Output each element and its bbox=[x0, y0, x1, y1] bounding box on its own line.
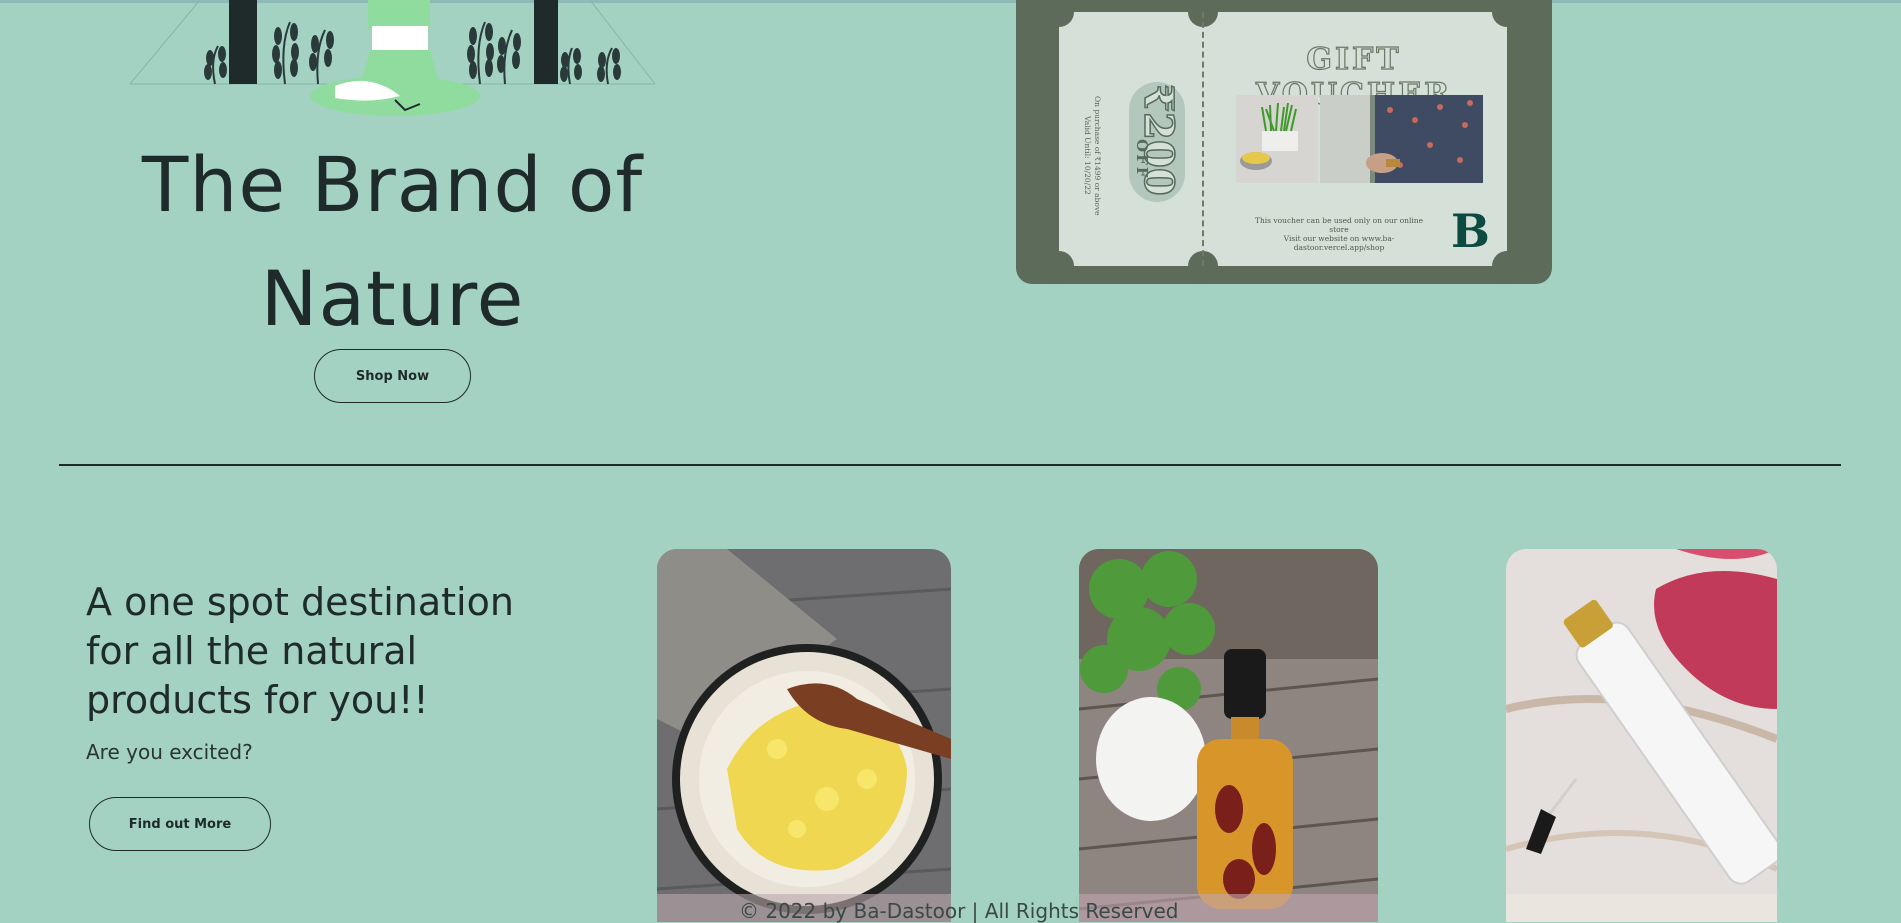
product-image-besan[interactable] bbox=[657, 549, 951, 922]
voucher-notch bbox=[1492, 251, 1522, 281]
voucher-note-line2: Visit our website on www.ba-dastoor.verc… bbox=[1283, 234, 1395, 252]
section-divider bbox=[59, 464, 1841, 466]
voucher-valid-until: Valid Until: 10/20/22 bbox=[1083, 116, 1092, 195]
promo-subheading: Are you excited? bbox=[86, 740, 253, 764]
hero-title-line2: Nature bbox=[260, 254, 525, 343]
product-image-oil[interactable] bbox=[1079, 549, 1378, 922]
find-out-more-button[interactable]: Find out More bbox=[89, 797, 271, 851]
voucher-card: ₹200 OFF On purchase of ₹1499 or above V… bbox=[1044, 0, 1522, 281]
voucher-condition: On purchase of ₹1499 or above bbox=[1093, 96, 1102, 216]
voucher-photo-hands bbox=[1320, 95, 1483, 183]
hero-title: The Brand of Nature bbox=[120, 128, 665, 356]
footer-copyright: © 2022 by Ba-Dastoor | All Rights Reserv… bbox=[739, 899, 1179, 923]
promo-heading: A one spot destination for all the natur… bbox=[86, 580, 514, 722]
voucher-photo-grass bbox=[1236, 95, 1318, 183]
voucher-stub: ₹200 OFF On purchase of ₹1499 or above V… bbox=[1059, 12, 1204, 266]
meditation-illustration bbox=[129, 0, 656, 116]
voucher-note: This voucher can be used only on our onl… bbox=[1249, 216, 1429, 252]
shop-now-button[interactable]: Shop Now bbox=[314, 349, 471, 403]
voucher-off: OFF bbox=[1133, 139, 1151, 180]
brand-logo: B bbox=[1451, 204, 1490, 258]
voucher-note-line1: This voucher can be used only on our onl… bbox=[1254, 216, 1424, 234]
hero-title-line1: The Brand of bbox=[141, 140, 644, 229]
voucher-notch bbox=[1492, 0, 1522, 27]
gift-voucher-banner: ₹200 OFF On purchase of ₹1499 or above V… bbox=[1016, 0, 1552, 284]
product-image-serum[interactable] bbox=[1506, 549, 1777, 922]
